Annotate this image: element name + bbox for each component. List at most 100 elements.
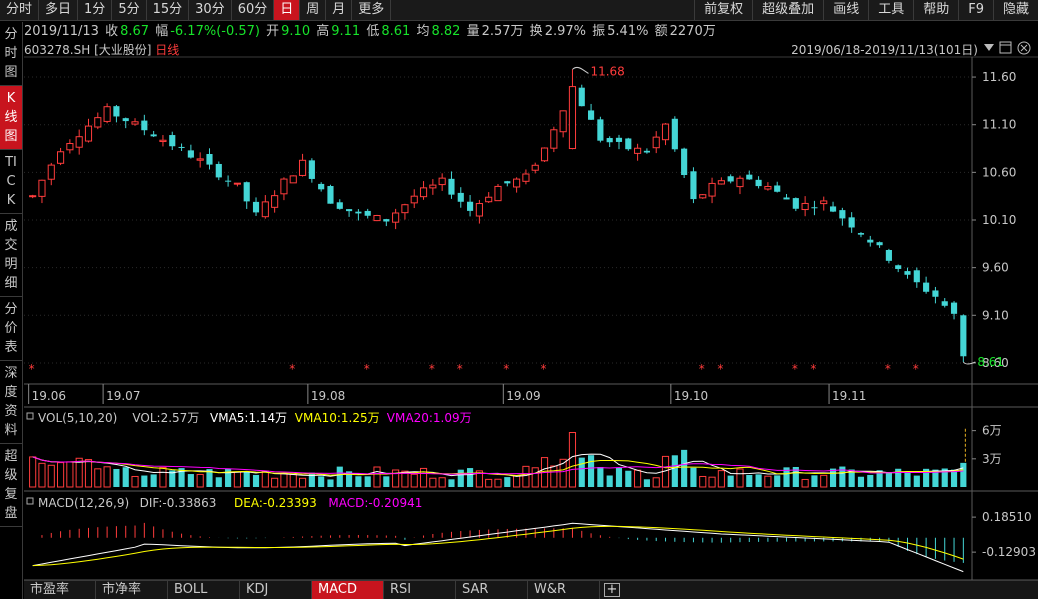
candle: [513, 177, 521, 193]
indicator-tab-1[interactable]: 市净率: [96, 581, 168, 599]
volume-bar: [504, 477, 511, 487]
candle: [708, 177, 716, 204]
volume-bar: [568, 432, 577, 488]
indicator-tab-4[interactable]: MACD: [312, 581, 384, 599]
date-tick-label: 19.11: [832, 389, 866, 403]
volume-bar: [625, 470, 632, 487]
volume-bar: [47, 464, 55, 488]
candle: [829, 201, 837, 213]
volume-bar: [643, 479, 650, 487]
volume-bar: [671, 455, 678, 487]
signal-star: *: [885, 362, 891, 376]
indicator-tab-6[interactable]: SAR: [456, 581, 528, 599]
candle: [661, 123, 670, 146]
candle: [578, 84, 585, 107]
volume-bar: [38, 462, 46, 488]
candle: [559, 110, 567, 138]
candle: [736, 175, 744, 195]
candle: [113, 105, 120, 123]
date-tick-label: 19.09: [506, 389, 540, 403]
volume-bar: [652, 477, 660, 488]
indicator-tab-2[interactable]: BOLL: [168, 581, 240, 599]
volume-bar: [187, 474, 194, 487]
volume-bar: [113, 468, 120, 487]
candle: [84, 118, 93, 143]
candle: [504, 180, 511, 187]
candle: [410, 189, 418, 209]
volume-bar: [57, 462, 65, 488]
volume-bar: [364, 476, 371, 487]
candle: [66, 139, 74, 154]
candle: [94, 112, 102, 130]
indicator-settings-icon[interactable]: [26, 497, 34, 505]
signal-star: *: [457, 362, 463, 376]
volume-bar: [457, 469, 464, 487]
candle: [746, 170, 753, 180]
volume-bar: [550, 465, 558, 488]
volume-bar: [811, 475, 818, 487]
volume-bar: [280, 473, 288, 488]
candle: [913, 267, 920, 288]
price-tick-label: 11.60: [982, 70, 1016, 84]
indicator-tab-5[interactable]: RSI: [384, 581, 456, 599]
volume-bar: [829, 468, 837, 487]
indicator-headers: VOL(5,10,20) VOL:2.57万 VMA5:1.14万 VMA10:1.2…: [26, 411, 472, 510]
volume-bar: [950, 469, 958, 487]
volume-bar: [327, 479, 334, 487]
candle: [690, 167, 697, 204]
candle: [298, 153, 307, 177]
macd-label: MACD:-0.20941: [328, 496, 422, 510]
volume-bar: [587, 455, 595, 487]
indicator-tab-7[interactable]: W&R: [528, 581, 600, 599]
volume-bar: [298, 477, 307, 488]
candle: [764, 182, 772, 191]
volume-bar: [597, 467, 604, 487]
volume-bar: [318, 476, 325, 487]
candle: [783, 193, 790, 200]
volume-bar: [727, 475, 734, 487]
volume-bar: [141, 475, 148, 487]
indicator-settings-icon[interactable]: [26, 412, 34, 420]
candle: [196, 152, 204, 168]
dea-label: DEA:-0.23393: [234, 496, 317, 510]
min-marker: [962, 361, 976, 365]
volume-bar: [438, 477, 446, 488]
volume-bar: [904, 472, 911, 487]
candle: [206, 148, 213, 170]
candle: [47, 162, 55, 186]
candle: [625, 137, 632, 151]
candle: [950, 301, 958, 320]
candle: [540, 147, 549, 163]
volume-bar: [261, 470, 269, 488]
candle: [941, 298, 948, 308]
candle: [336, 199, 343, 210]
indicator-tab-0[interactable]: 市盈率: [24, 581, 96, 599]
candle: [597, 116, 604, 143]
volume-bar: [867, 474, 874, 487]
candle: [271, 190, 279, 213]
signal-star: *: [503, 362, 509, 376]
candle: [717, 177, 725, 185]
candle: [280, 177, 288, 201]
candle: [932, 286, 939, 304]
signal-stars: * * * * * * * * * * * * *: [29, 362, 919, 376]
chart-grid: [24, 56, 1038, 599]
volume-bar: [615, 467, 623, 487]
candle: [150, 130, 157, 138]
volume-bar: [578, 457, 585, 487]
kline-chart[interactable]: 11.6011.1010.6010.109.609.108.60 11.688.…: [0, 0, 1038, 599]
indicator-tab-3[interactable]: KDJ: [240, 581, 312, 599]
volume-bar: [243, 471, 250, 487]
candle: [355, 209, 362, 221]
volume-bar: [634, 469, 642, 488]
candle: [923, 276, 930, 294]
candle: [568, 69, 577, 150]
add-indicator-button[interactable]: +: [604, 583, 620, 597]
signal-star: *: [810, 362, 816, 376]
signal-star: *: [29, 362, 35, 376]
candle: [178, 143, 185, 152]
vma5-label: VMA5:1.14万: [210, 411, 287, 425]
volume-bar: [419, 467, 428, 488]
vma20-label: VMA20:1.09万: [387, 411, 472, 425]
max-price-label: 11.68: [590, 64, 624, 78]
